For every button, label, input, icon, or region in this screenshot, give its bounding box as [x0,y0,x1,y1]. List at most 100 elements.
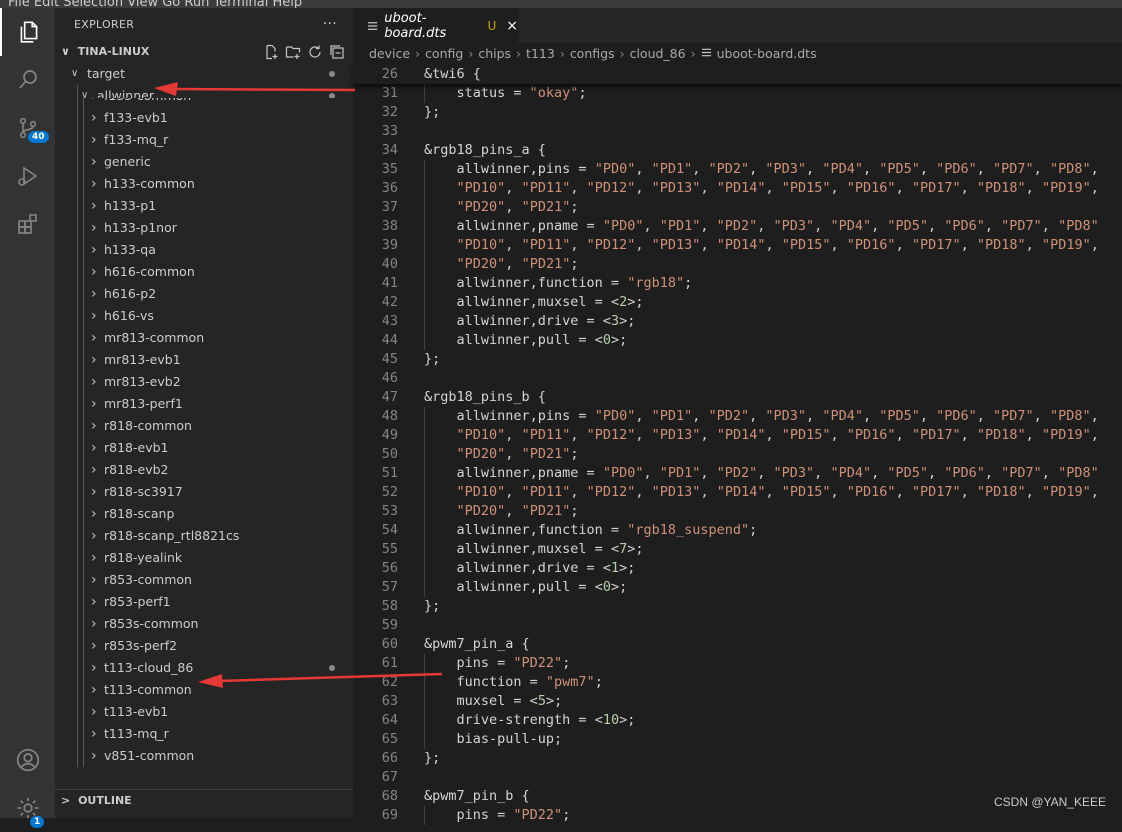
workspace-root[interactable]: ∨ TINA-LINUX [55,41,353,63]
code-line[interactable]: &rgb18_pins_b { [424,388,546,407]
tree-folder-r853s-perf2[interactable]: › r853s-perf2 [55,635,353,657]
breadcrumb-item[interactable]: uboot-board.dts [717,46,817,61]
tree-folder-t113-common[interactable]: › t113-common [55,679,353,701]
code-line[interactable]: "PD20", "PD21"; [424,198,579,217]
breadcrumb-item[interactable]: chips [478,46,511,61]
indent-guide [77,85,78,98]
code-line[interactable]: "PD10", "PD11", "PD12", "PD13", "PD14", … [424,426,1099,445]
code-line[interactable]: allwinner,drive = <3>; [424,312,636,331]
tree-folder-r818-scanp[interactable]: › r818-scanp [55,503,353,525]
breadcrumb-item[interactable]: config [425,46,463,61]
tree-folder-r818-scanp_rtl8821cs[interactable]: › r818-scanp_rtl8821cs [55,525,353,547]
tree-folder-t113-evb1[interactable]: › t113-evb1 [55,701,353,723]
menu-bar-text[interactable]: File Edit Selection View Go Run Terminal… [8,0,302,8]
activity-bar: 40 1 [0,8,55,828]
code-line[interactable]: "PD10", "PD11", "PD12", "PD13", "PD14", … [424,179,1099,198]
tree-folder-r818-sc3917[interactable]: › r818-sc3917 [55,481,353,503]
editor-scrollbar[interactable] [1108,65,1122,818]
tree-folder-h133-p1nor[interactable]: › h133-p1nor [55,217,353,239]
code-line[interactable]: "PD20", "PD21"; [424,255,579,274]
code-line[interactable]: muxsel = <5>; [424,692,563,711]
breadcrumb-item[interactable]: configs [570,46,615,61]
tree-folder-t113-cloud_86[interactable]: › t113-cloud_86 [55,657,353,679]
search-activity[interactable] [0,56,55,104]
code-line[interactable]: allwinner,pname = "PD0", "PD1", "PD2", "… [424,464,1099,483]
source-control-activity[interactable]: 40 [0,104,55,152]
code-line[interactable]: allwinner,pins = "PD0", "PD1", "PD2", "P… [424,160,1099,179]
tree-folder-target[interactable]: ∨ target [55,63,353,85]
run-debug-activity[interactable] [0,152,55,200]
tree-folder-mr813-evb2[interactable]: › mr813-evb2 [55,371,353,393]
tree-folder-t113-mq_r[interactable]: › t113-mq_r [55,723,353,745]
tab-uboot-board[interactable]: uboot-board.dts U × [353,8,518,43]
code-line[interactable]: allwinner,muxsel = <2>; [424,293,644,312]
refresh-icon[interactable] [307,44,323,60]
code-line[interactable]: &rgb18_pins_a { [424,141,546,160]
accounts-activity[interactable] [0,736,55,784]
explorer-activity[interactable] [0,8,55,56]
code-line[interactable]: "PD10", "PD11", "PD12", "PD13", "PD14", … [424,236,1099,255]
extensions-activity[interactable] [0,200,55,248]
collapse-all-icon[interactable] [329,44,345,60]
tree-folder-mr813-perf1[interactable]: › mr813-perf1 [55,393,353,415]
tree-folder-r818-evb2[interactable]: › r818-evb2 [55,459,353,481]
code-line[interactable]: &pwm7_pin_a { [424,635,530,654]
tree-folder-r818-evb1[interactable]: › r818-evb1 [55,437,353,459]
tree-folder-allwinner[interactable]: ∨ allwinner [55,85,353,98]
new-file-icon[interactable] [263,44,279,60]
close-icon[interactable]: × [506,18,518,34]
code-line[interactable]: }; [424,350,440,369]
tree-folder-generic[interactable]: › generic [55,151,353,173]
tree-folder-r853-common[interactable]: › r853-common [55,569,353,591]
tree-folder-f133-evb1[interactable]: › f133-evb1 [55,107,353,129]
tree-folder-mr813-common[interactable]: › mr813-common [55,327,353,349]
tree-folder-r853-perf1[interactable]: › r853-perf1 [55,591,353,613]
tree-folder-mr813-evb1[interactable]: › mr813-evb1 [55,349,353,371]
new-folder-icon[interactable] [285,44,301,60]
code-line[interactable]: allwinner,pull = <0>; [424,331,628,350]
code-line[interactable]: function = "pwm7"; [424,673,603,692]
code-line[interactable]: pins = "PD22"; [424,654,571,673]
tree-folder-h616-vs[interactable]: › h616-vs [55,305,353,327]
breadcrumb-item[interactable]: cloud_86 [630,46,686,61]
code-line[interactable]: allwinner,pins = "PD0", "PD1", "PD2", "P… [424,407,1099,426]
manage-activity[interactable]: 1 [0,784,55,832]
tree-folder-h133-qa[interactable]: › h133-qa [55,239,353,261]
code-line[interactable]: }; [424,103,440,122]
tree-folder-r818-yealink[interactable]: › r818-yealink [55,547,353,569]
code-line[interactable]: status = "okay"; [424,84,587,103]
outline-section[interactable]: > OUTLINE [55,789,353,812]
tree-folder-f133-mq_r[interactable]: › f133-mq_r [55,129,353,151]
code-line[interactable]: "PD20", "PD21"; [424,445,579,464]
code-line[interactable]: allwinner,muxsel = <7>; [424,540,644,559]
code-line[interactable]: allwinner,drive = <1>; [424,559,636,578]
tab-label: uboot-board.dts [384,10,447,41]
code-line[interactable]: drive-strength = <10>; [424,711,636,730]
tree-folder-h616-p2[interactable]: › h616-p2 [55,283,353,305]
code-line[interactable]: "PD20", "PD21"; [424,502,579,521]
tree-folder-h133-p1[interactable]: › h133-p1 [55,195,353,217]
tree-folder-v851-common[interactable]: › v851-common [55,745,353,767]
breadcrumb-item[interactable]: device [369,46,410,61]
tree-folder-r853s-common[interactable]: › r853s-common [55,613,353,635]
code-line[interactable]: "PD10", "PD11", "PD12", "PD13", "PD14", … [424,483,1099,502]
code-line[interactable]: allwinner,function = "rgb18"; [424,274,693,293]
tree-folder-h616-common[interactable]: › h616-common [55,261,353,283]
code-line[interactable]: allwinner,function = "rgb18_suspend"; [424,521,758,540]
indent-guide [83,239,84,261]
more-actions-icon[interactable]: ··· [323,8,337,41]
tree-folder-r818-common[interactable]: › r818-common [55,415,353,437]
tree-folder-h133-common[interactable]: › h133-common [55,173,353,195]
breadcrumb-item[interactable]: t113 [526,46,555,61]
code-line[interactable]: allwinner,pull = <0>; [424,578,628,597]
code-line[interactable]: allwinner,pname = "PD0", "PD1", "PD2", "… [424,217,1099,236]
sticky-scroll-header[interactable]: 26 &twi6 { [353,65,1122,84]
tree-folder-f133-common[interactable]: › f133-common [55,98,353,107]
indent-guide [77,701,78,723]
code-line[interactable]: }; [424,749,440,768]
code-line[interactable]: }; [424,597,440,616]
code-line[interactable]: &pwm7_pin_b { [424,787,530,806]
code-line[interactable]: pins = "PD22"; [424,806,571,825]
menu-bar[interactable]: File Edit Selection View Go Run Terminal… [0,0,1122,8]
code-line[interactable]: bias-pull-up; [424,730,563,749]
